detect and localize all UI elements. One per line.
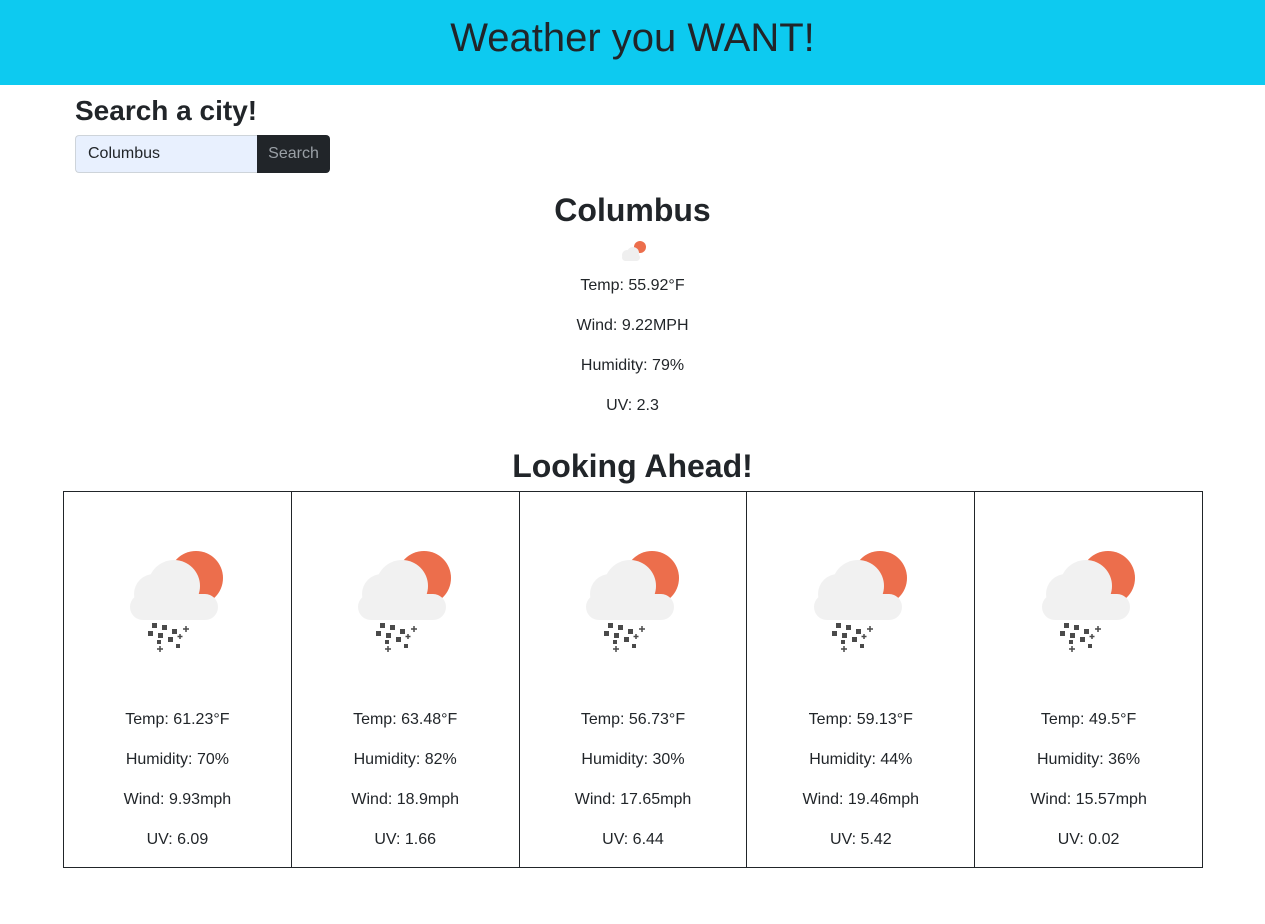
sleet-icon [585, 551, 679, 652]
forecast-humidity: Humidity: 44% [809, 751, 913, 768]
search-heading: Search a city! [75, 95, 258, 126]
forecast-wind: Wind: 17.65mph [574, 791, 692, 808]
forecast-uv: UV: 6.44 [602, 831, 664, 848]
search-button[interactable]: Search [257, 135, 330, 173]
forecast-uv: UV: 6.09 [146, 831, 209, 848]
forecast-heading: Looking Ahead! [512, 448, 753, 484]
sleet-icon [130, 551, 224, 652]
forecast-row: Temp: 61.23°F Humidity: 70% Wind: 9.93mp… [63, 491, 1203, 868]
forecast-humidity: Humidity: 30% [581, 751, 685, 768]
current-humidity: Humidity: 79% [580, 357, 685, 374]
forecast-humidity: Humidity: 82% [353, 751, 457, 768]
forecast-wind: Wind: 15.57mph [1030, 791, 1147, 808]
app-title: Weather you WANT! [450, 16, 815, 60]
cloud-sun-icon [621, 241, 646, 261]
app-header: Weather you WANT! [0, 0, 1265, 85]
forecast-temp: Temp: 49.5°F [1040, 711, 1137, 728]
forecast-wind: Wind: 9.93mph [123, 791, 232, 808]
forecast-temp: Temp: 56.73°F [580, 711, 686, 728]
forecast-wind: Wind: 19.46mph [802, 791, 920, 808]
forecast-card: Temp: 49.5°F Humidity: 36% Wind: 15.57mp… [975, 492, 1202, 867]
forecast-wind: Wind: 18.9mph [351, 791, 459, 808]
forecast-humidity: Humidity: 70% [125, 751, 229, 768]
current-wind: Wind: 9.22MPH [576, 317, 689, 334]
forecast-card: Temp: 56.73°F Humidity: 30% Wind: 17.65m… [520, 492, 748, 867]
city-search-input[interactable] [75, 135, 257, 173]
sleet-icon [358, 551, 452, 652]
forecast-card: Temp: 63.48°F Humidity: 82% Wind: 18.9mp… [292, 492, 520, 867]
current-city-name: Columbus [554, 192, 711, 228]
forecast-temp: Temp: 61.23°F [125, 711, 230, 728]
sleet-icon [813, 551, 907, 652]
current-weather: Columbus Temp: 55.92°F Wind: 9.22MPH Hum… [0, 190, 1265, 426]
forecast-temp: Temp: 59.13°F [808, 711, 913, 728]
forecast-card: Temp: 61.23°F Humidity: 70% Wind: 9.93mp… [64, 492, 292, 867]
forecast-uv: UV: 1.66 [374, 831, 437, 848]
search-form: Search [75, 135, 330, 173]
forecast-humidity: Humidity: 36% [1037, 751, 1141, 768]
sleet-icon [1041, 551, 1135, 652]
search-panel: Search a city! Search [75, 95, 330, 173]
forecast-temp: Temp: 63.48°F [353, 711, 458, 728]
forecast-uv: UV: 5.42 [829, 831, 892, 848]
forecast-uv: UV: 0.02 [1057, 831, 1120, 848]
forecast-card: Temp: 59.13°F Humidity: 44% Wind: 19.46m… [747, 492, 976, 867]
current-temp: Temp: 55.92°F [580, 277, 685, 294]
current-uv: UV: 2.3 [606, 397, 659, 414]
